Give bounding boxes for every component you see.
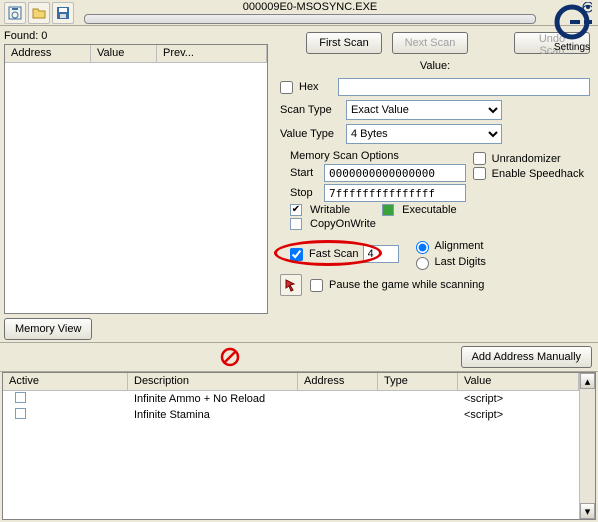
col-prev[interactable]: Prev... [157,45,267,62]
scan-type-label: Scan Type [280,104,342,116]
nosign-icon[interactable] [219,346,241,368]
executable-label: Executable [402,204,456,216]
row-value[interactable]: <script> [458,409,579,421]
progress-bar [84,14,536,24]
speedhack-checkbox[interactable]: Enable Speedhack [473,167,584,180]
stop-label: Stop [290,187,320,199]
body: Found: 0 Address Value Prev... Memory Vi… [0,26,598,342]
open-file-button[interactable] [28,2,50,24]
table-row[interactable]: Infinite Stamina <script> [3,407,579,423]
pause-checkbox[interactable]: Pause the game while scanning [310,279,484,292]
row-description[interactable]: Infinite Stamina [128,409,298,421]
writable-tristate[interactable]: ✔ [290,204,302,216]
hcol-type[interactable]: Type [378,373,458,390]
fastscan-checkbox[interactable]: Fast Scan [290,248,359,261]
hcol-value[interactable]: Value [458,373,579,390]
process-title: 000009E0-MSOSYNC.EXE [243,1,378,13]
stop-input[interactable] [324,184,466,202]
table-row[interactable]: Infinite Ammo + No Reload <script> [3,391,579,407]
value-type-select[interactable]: 4 Bytes [346,124,502,144]
app-logo[interactable]: Settings [548,2,596,62]
value-type-label: Value Type [280,128,342,140]
lastdigits-radio[interactable]: Last Digits [411,254,486,270]
executable-tristate[interactable] [382,204,394,216]
save-button[interactable] [52,2,74,24]
scroll-track[interactable] [580,389,595,503]
row-active-checkbox[interactable] [15,408,26,419]
scan-pane: First Scan Next Scan Undo Scan Value: He… [272,26,598,342]
alignment-radio[interactable]: Alignment [411,238,486,254]
hcol-active[interactable]: Active [3,373,128,390]
hcol-description[interactable]: Description [128,373,298,390]
start-label: Start [290,167,320,179]
open-process-button[interactable] [4,2,26,24]
fastscan-value[interactable] [363,245,399,263]
start-input[interactable] [324,164,466,182]
scroll-up-button[interactable]: ▴ [580,373,595,389]
value-input[interactable] [338,78,590,96]
col-address[interactable]: Address [5,45,91,62]
copyonwrite-label: CopyOnWrite [310,218,376,230]
next-scan-button: Next Scan [392,32,468,54]
mid-toolbar: Add Address Manually [0,342,598,372]
row-value[interactable]: <script> [458,393,579,405]
memory-scan-options: Memory Scan Options Unrandomizer Enable … [290,150,590,232]
row-active-checkbox[interactable] [15,392,26,403]
hex-checkbox[interactable]: Hex [280,81,334,94]
results-list[interactable]: Address Value Prev... [4,44,268,314]
results-pane: Found: 0 Address Value Prev... Memory Vi… [0,26,272,342]
first-scan-button[interactable]: First Scan [306,32,382,54]
scroll-down-button[interactable]: ▾ [580,503,595,519]
value-title: Value: [280,58,590,74]
add-address-manually-button[interactable]: Add Address Manually [461,346,592,368]
cheat-table-body[interactable]: Infinite Ammo + No Reload <script> Infin… [3,391,579,519]
progress-section: 000009E0-MSOSYNC.EXE [76,1,544,24]
vertical-scrollbar[interactable]: ▴ ▾ [579,373,595,519]
results-header: Address Value Prev... [5,45,267,63]
writable-label: Writable [310,204,350,216]
hcol-address[interactable]: Address [298,373,378,390]
unrandomizer-checkbox[interactable]: Unrandomizer [473,152,584,165]
toolbar: 000009E0-MSOSYNC.EXE [0,0,598,26]
tool-arrow-button[interactable] [280,274,302,296]
col-value[interactable]: Value [91,45,157,62]
row-description[interactable]: Infinite Ammo + No Reload [128,393,298,405]
cheat-table: Active Description Address Type Value In… [2,372,596,520]
copyonwrite-tristate[interactable] [290,218,302,230]
found-count: Found: 0 [4,28,268,44]
scan-type-select[interactable]: Exact Value [346,100,502,120]
memory-view-button[interactable]: Memory View [4,318,92,340]
settings-link[interactable]: Settings [554,42,590,53]
cheat-table-header: Active Description Address Type Value [3,373,579,391]
